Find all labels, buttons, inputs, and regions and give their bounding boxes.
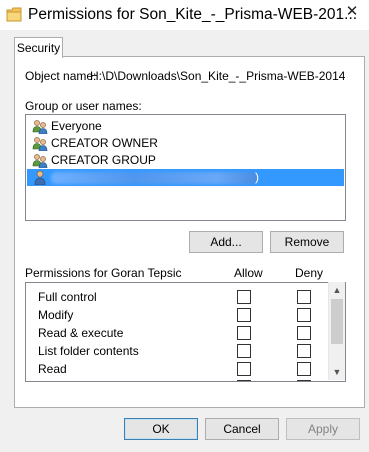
scroll-thumb[interactable] [331,299,343,344]
remove-button[interactable]: Remove [270,231,344,253]
permission-row-modify: Modify [26,306,330,324]
permission-label: Full control [38,290,97,304]
allow-checkbox[interactable] [237,362,251,376]
list-item-everyone[interactable]: Everyone [27,118,344,135]
scroll-down-arrow-icon[interactable]: ▼ [329,364,345,380]
tab-security-label: Security [16,41,61,55]
deny-checkbox[interactable] [297,326,311,340]
list-item-label: Everyone [51,119,102,133]
list-item-label: CREATOR OWNER [51,136,158,150]
permission-label: List folder contents [38,344,139,358]
deny-checkbox[interactable] [297,380,311,381]
allow-checkbox[interactable] [237,326,251,340]
permissions-label: Permissions for Goran Tepsic [25,266,182,280]
close-icon: ✕ [345,3,359,20]
redacted-name-end: ) [255,170,259,184]
object-name-value: H:\D\Downloads\Son_Kite_-_Prisma-WEB-201… [90,69,345,83]
allow-checkbox[interactable] [237,290,251,304]
user-icon [34,170,46,185]
list-item-creator-group[interactable]: CREATOR GROUP [27,152,344,169]
object-name-label: Object name: [25,69,97,83]
permission-row-read: Read [26,360,330,378]
folder-icon [6,7,22,22]
permission-row-partial [26,378,330,381]
apply-button[interactable]: Apply [286,418,360,440]
group-names-label: Group or user names: [25,99,142,113]
permission-row-list-folder-contents: List folder contents [26,342,330,360]
users-group-icon [32,154,48,168]
allow-checkbox[interactable] [237,380,251,381]
permission-label: Read & execute [38,326,124,340]
close-button[interactable]: ✕ [335,0,369,24]
allow-checkbox[interactable] [237,308,251,322]
deny-checkbox[interactable] [297,308,311,322]
deny-checkbox[interactable] [297,362,311,376]
cancel-button[interactable]: Cancel [205,418,279,440]
allow-checkbox[interactable] [237,344,251,358]
users-group-icon [32,120,48,134]
allow-header: Allow [234,266,263,280]
permission-label: Modify [38,308,74,322]
tab-security[interactable]: Security [14,37,63,58]
deny-checkbox[interactable] [297,344,311,358]
title-bar[interactable]: Permissions for Son_Kite_-_Prisma-WEB-20… [0,0,369,30]
add-button[interactable]: Add... [189,231,263,253]
permissions-scrollbar[interactable]: ▲ ▼ [328,282,345,380]
list-item-creator-owner[interactable]: CREATOR OWNER [27,135,344,152]
list-item-selected-user[interactable]: ) [27,169,344,186]
permissions-list[interactable]: Full control Modify Read & execute List … [25,282,346,382]
window-title: Permissions for Son_Kite_-_Prisma-WEB-20… [28,6,358,23]
deny-header: Deny [295,266,324,280]
ok-button[interactable]: OK [124,418,198,440]
permission-label: Read [38,362,67,376]
permission-row-full-control: Full control [26,288,330,306]
redacted-user-name [51,172,258,184]
group-user-list[interactable]: Everyone CREATOR OWNER CREATOR GROUP ) [25,114,346,221]
list-item-label: CREATOR GROUP [51,153,156,167]
users-group-icon [32,137,48,151]
scroll-up-arrow-icon[interactable]: ▲ [329,282,345,298]
permission-row-read-execute: Read & execute [26,324,330,342]
deny-checkbox[interactable] [297,290,311,304]
